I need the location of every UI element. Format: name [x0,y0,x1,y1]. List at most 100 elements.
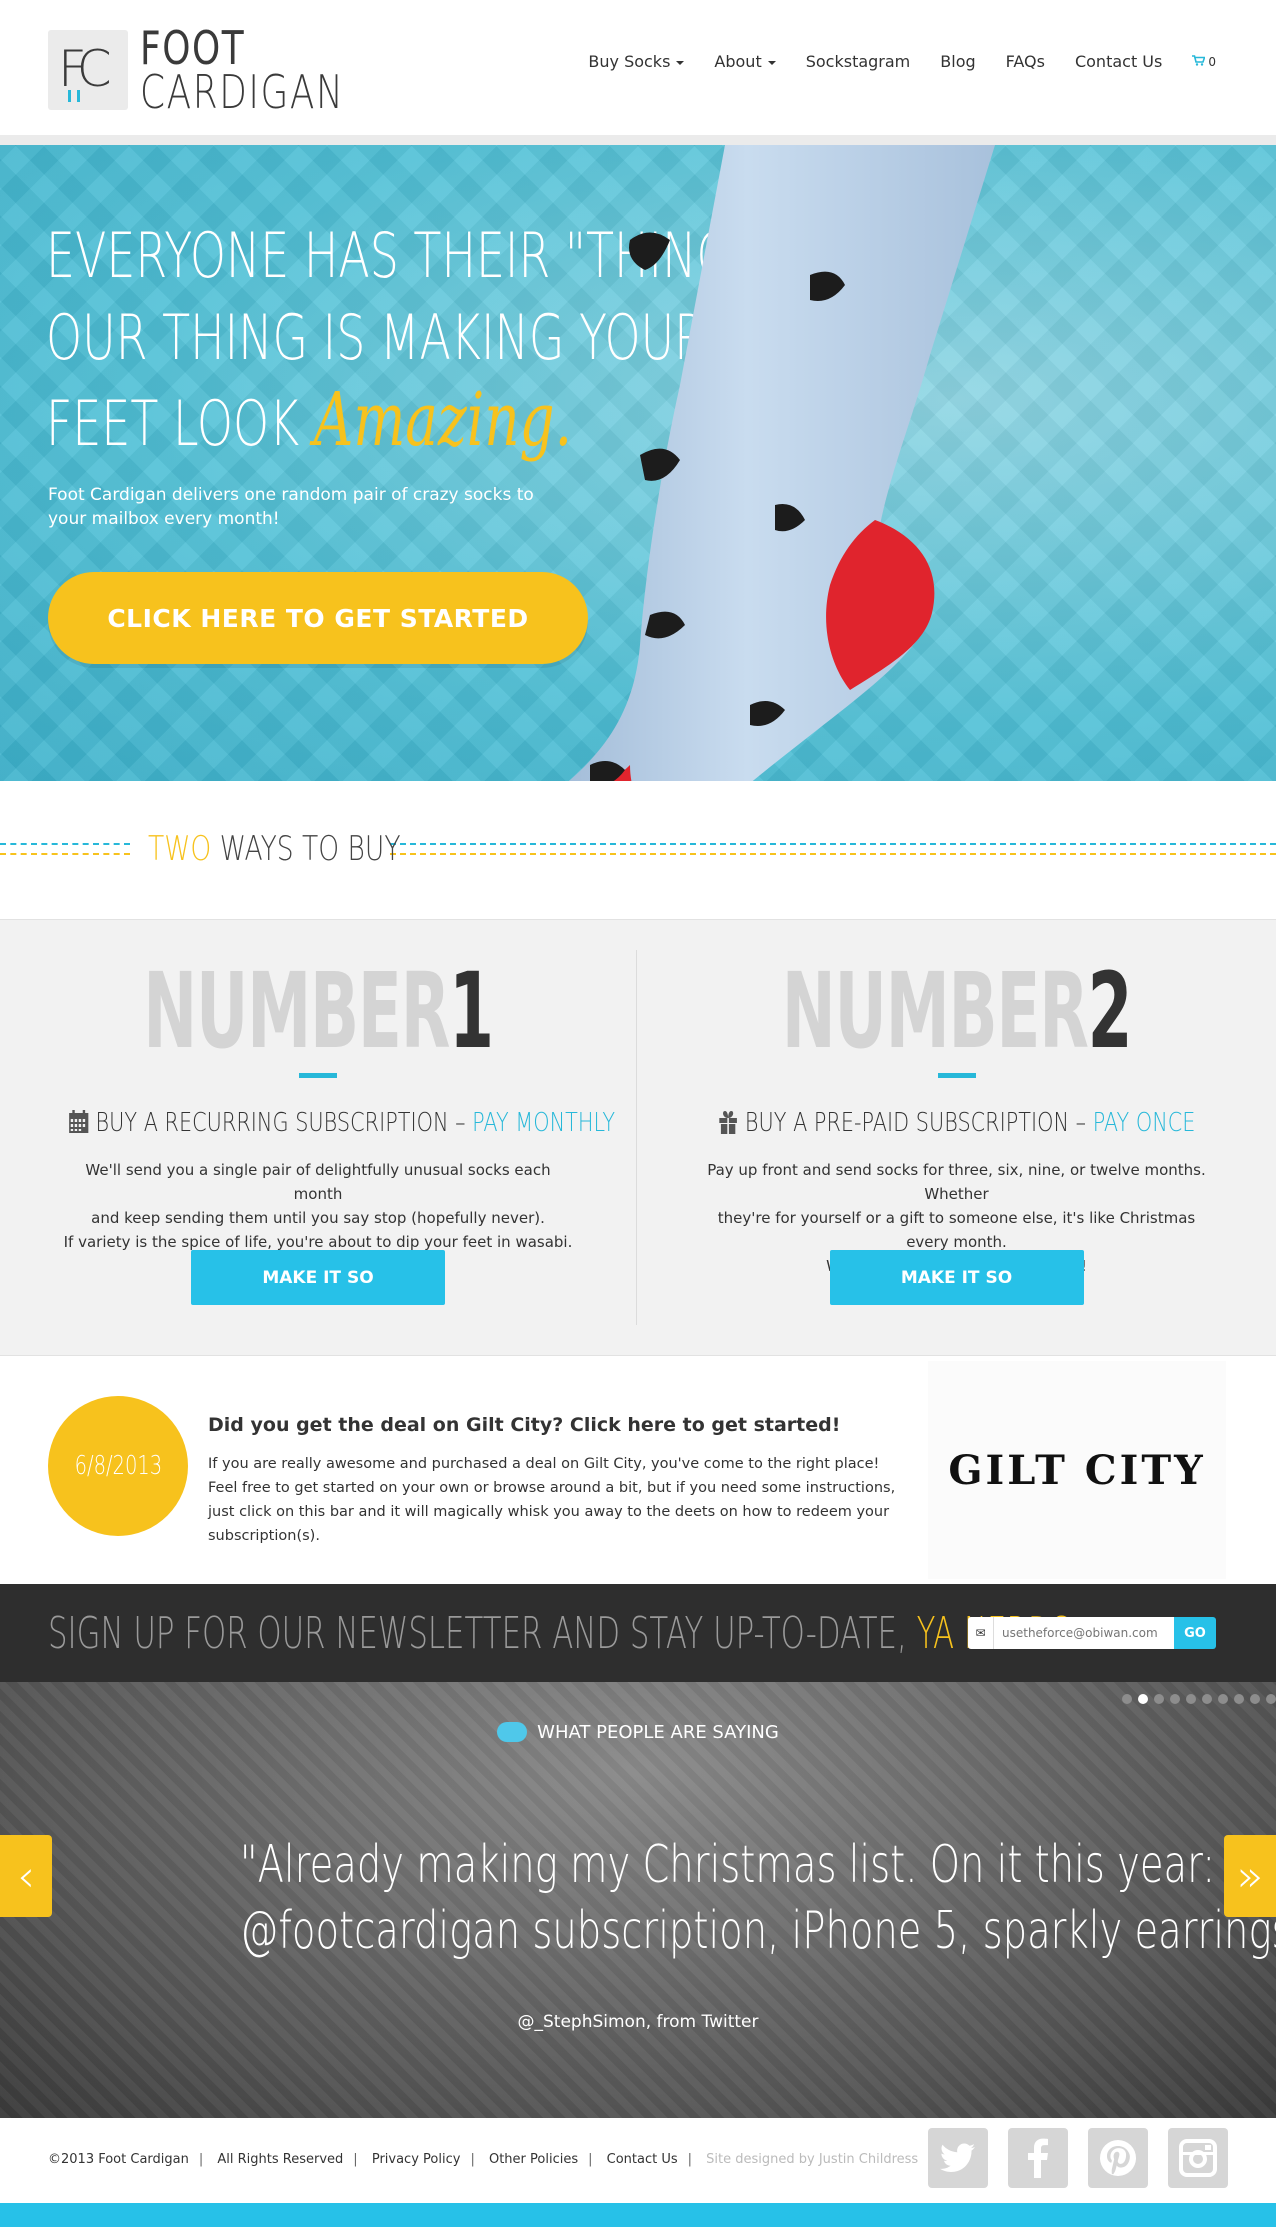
two-ways-highlight: TWO [148,829,212,869]
speech-bubble-icon [497,1722,528,1742]
accent-bar [937,1073,976,1078]
make-it-so-button[interactable]: MAKE IT SO [191,1250,445,1305]
facebook-icon[interactable] [1008,2128,1068,2188]
slider-dot[interactable] [1250,1694,1260,1704]
option-number-word: NUMBER [781,950,1089,1072]
nav-blog[interactable]: Blog [940,52,975,71]
testimonial-attribution: @_StephSimon, from Twitter [517,2012,759,2032]
hero-banner: Everyone has their "thing." Our thing is… [0,145,1276,781]
get-started-button[interactable]: CLICK HERE TO GET STARTED [48,572,588,664]
logo-legs-icon [68,90,80,102]
option-description: We'll send you a single pair of delightf… [60,1158,576,1254]
date-badge: 6/8/2013 [48,1396,188,1536]
logo-line1: FOOT [140,21,246,75]
hero-title-line3: feet look Amazing. [46,379,572,465]
twitter-icon[interactable] [928,2128,988,2188]
slider-dot[interactable] [1122,1694,1132,1704]
cart-icon [1192,54,1206,66]
hero-title-line3-text: feet look [46,387,300,460]
option-number: NUMBER1 [121,950,515,1072]
make-it-so-button[interactable]: MAKE IT SO [829,1250,1084,1305]
footer-rights: All Rights Reserved [217,2152,344,2167]
cart-count: 0 [1208,54,1216,69]
footer-other-policies-link[interactable]: Other Policies [489,2152,578,2167]
site-header: FC FOOT CARDIGAN Buy Socks About Socksta… [0,0,1276,135]
gilt-city-logo: GILT CITY [928,1361,1226,1579]
option-number: NUMBER2 [758,950,1154,1072]
newsletter-go-button[interactable]: GO [1174,1617,1216,1649]
logo-wordmark: FOOT CARDIGAN [140,21,402,119]
newsletter-text-main: SIGN UP FOR OUR NEWSLETTER AND STAY UP-T… [48,1608,917,1659]
nav-contact[interactable]: Contact Us [1075,52,1162,71]
hero-subtitle: Foot Cardigan delivers one random pair o… [48,485,534,529]
slider-dot[interactable] [1266,1694,1276,1704]
envelope-icon: ✉ [968,1617,994,1649]
quote-line1: "Already making my Christmas list. On it… [239,1835,1216,1895]
hero-title-line1: Everyone has their "thing." [46,219,768,292]
slider-dot[interactable] [1202,1694,1212,1704]
slider-prev-button[interactable]: ‹ [0,1835,52,1917]
caret-down-icon [767,60,776,65]
calendar-icon [69,1110,89,1133]
newsletter-email-input[interactable] [994,1617,1174,1649]
option-number-digit: 1 [449,950,494,1072]
two-ways-section: TWO WAYS TO BUY [0,781,1276,919]
logo[interactable]: FC FOOT CARDIGAN [48,21,402,119]
instagram-icon[interactable] [1168,2128,1228,2188]
option-desc-line2: they're for yourself or a gift to someon… [717,1209,1196,1251]
nav-buy-socks[interactable]: Buy Socks [588,52,685,71]
option-heading: BUY A RECURRING SUBSCRIPTION – PAY MONTH… [0,1108,636,1138]
nav-buy-socks-label: Buy Socks [588,52,671,71]
main-nav: Buy Socks About Sockstagram Blog FAQs Co… [588,52,1216,71]
option-prepaid: NUMBER2 BUY A PRE-PAID SUBSCRIPTION – PA… [637,920,1276,1357]
nav-about-label: About [714,52,762,71]
option-heading-accent: PAY ONCE [1092,1108,1196,1138]
quote-line2: @footcardigan subscription, iPhone 5, sp… [239,1901,1276,1961]
header-divider [0,135,1276,145]
dashed-divider-left [0,843,130,859]
gilt-city-banner[interactable]: 6/8/2013 Did you get the deal on Gilt Ci… [0,1356,1276,1584]
slider-dot[interactable] [1234,1694,1244,1704]
slider-dot[interactable] [1170,1694,1180,1704]
option-heading-text: BUY A PRE-PAID SUBSCRIPTION – [744,1108,1093,1138]
newsletter-form: ✉ GO [968,1617,1216,1649]
slider-next-button[interactable]: » [1224,1835,1276,1917]
nav-faqs[interactable]: FAQs [1006,52,1045,71]
logo-line2: CARDIGAN [140,65,345,119]
slider-dot[interactable] [1138,1694,1148,1704]
slider-dot[interactable] [1154,1694,1164,1704]
caret-down-icon [676,60,685,65]
nav-cart[interactable]: 0 [1192,55,1216,69]
site-footer: ©2013 Foot Cardigan | All Rights Reserved… [0,2118,1276,2203]
date-badge-text: 6/8/2013 [74,1451,162,1481]
option-heading: BUY A PRE-PAID SUBSCRIPTION – PAY ONCE [637,1108,1276,1138]
option-heading-accent: PAY MONTHLY [472,1108,616,1138]
option-number-word: NUMBER [143,950,450,1072]
two-ways-title: TWO WAYS TO BUY [148,829,401,869]
page: FC FOOT CARDIGAN Buy Socks About Socksta… [0,0,1276,2227]
nav-sockstagram[interactable]: Sockstagram [806,52,911,71]
hero-title-accent: Amazing. [313,377,573,463]
pinterest-icon[interactable] [1088,2128,1148,2188]
hero-title-line2: Our thing is making your [46,301,707,374]
footer-credit-link[interactable]: Site designed by Justin Childress [706,2152,918,2167]
dashed-divider-right [390,843,1276,859]
gilt-title[interactable]: Did you get the deal on Gilt City? Click… [208,1414,840,1436]
accent-bar [299,1073,337,1078]
testimonials-section: WHAT PEOPLE ARE SAYING "Already making m… [0,1682,1276,2118]
nav-about[interactable]: About [714,52,776,71]
footer-privacy-link[interactable]: Privacy Policy [372,2152,461,2167]
purchase-options: NUMBER1 BUY A RECURRING SUBSCRIPTION – P… [0,919,1276,1356]
hero-title: Everyone has their "thing." Our thing is… [46,215,768,465]
footer-contact-link[interactable]: Contact Us [607,2152,678,2167]
newsletter-bar: SIGN UP FOR OUR NEWSLETTER AND STAY UP-T… [0,1584,1276,1682]
slider-dot[interactable] [1186,1694,1196,1704]
social-links [928,2128,1228,2188]
logo-mark: FC [48,30,128,110]
newsletter-text: SIGN UP FOR OUR NEWSLETTER AND STAY UP-T… [48,1608,1081,1659]
slider-dot[interactable] [1218,1694,1228,1704]
option-desc-line2: and keep sending them until you say stop… [91,1209,545,1227]
gilt-description: If you are really awesome and purchased … [208,1456,896,1544]
option-desc-line1: We'll send you a single pair of delightf… [85,1161,551,1203]
footer-copyright: ©2013 Foot Cardigan [48,2152,189,2167]
